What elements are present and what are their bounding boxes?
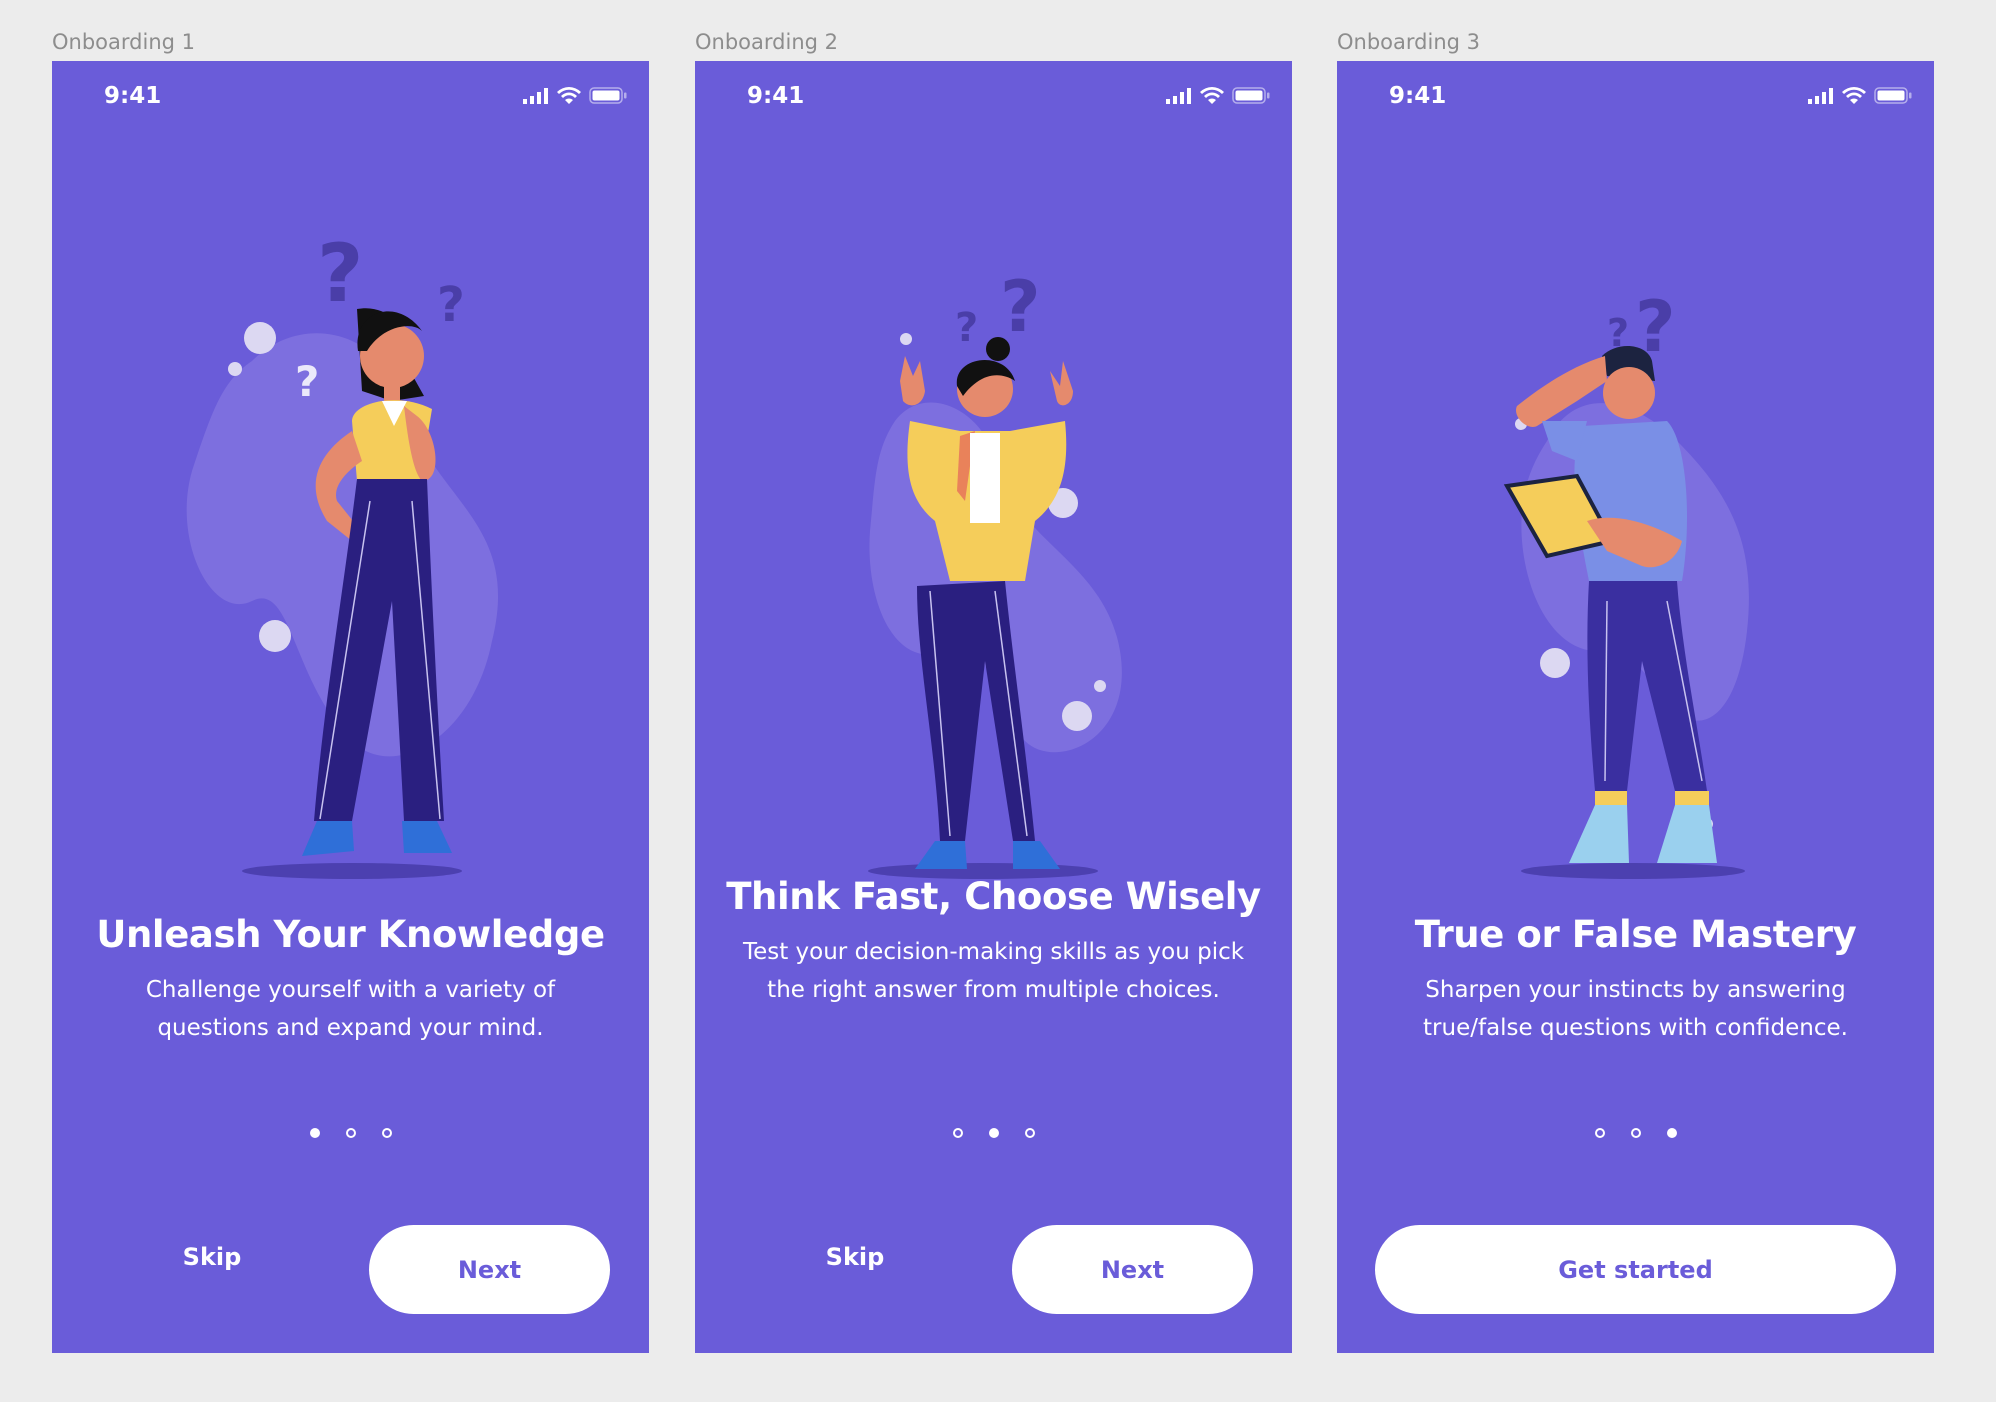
face	[1603, 367, 1655, 419]
onboarding-screen-3: 9:41 ? ? True or False Mastery Sharpen y…	[1337, 61, 1934, 1353]
battery-icon	[1232, 87, 1270, 104]
page-dot	[345, 1128, 356, 1138]
onboarding-title: Unleash Your Knowledge	[96, 913, 605, 956]
page-indicator	[1337, 1128, 1934, 1138]
status-icons	[1166, 87, 1270, 104]
shoe-right	[1657, 805, 1717, 863]
question-mark-icon: ?	[437, 277, 465, 333]
wifi-icon	[557, 87, 581, 104]
decor-bubble	[228, 362, 242, 376]
page-dot-active	[988, 1128, 999, 1138]
onboarding-description: Test your decision-making skills as you …	[742, 939, 1245, 1003]
hair-bun	[986, 337, 1010, 361]
battery-icon	[589, 87, 627, 104]
page-indicator	[695, 1128, 1292, 1138]
decor-bubble	[244, 322, 276, 354]
shadow	[1521, 863, 1745, 879]
onboarding-description: Challenge yourself with a variety of que…	[145, 977, 556, 1041]
illustration: ? ?	[695, 181, 1292, 901]
question-mark-icon: ?	[295, 357, 319, 406]
battery-icon	[1874, 87, 1912, 104]
shoe-left	[302, 821, 354, 856]
onboarding-screen-2: 9:41 ? ? Think Fast, Choose Wisely Test …	[695, 61, 1292, 1353]
status-icons	[523, 87, 627, 104]
page-dot	[381, 1128, 392, 1138]
skip-button[interactable]: Skip	[152, 1243, 272, 1271]
frame-label: Onboarding 3	[1337, 30, 1480, 54]
question-mark-icon: ?	[1000, 266, 1041, 348]
sock	[1595, 791, 1627, 805]
page-dot	[952, 1128, 963, 1138]
page-dot	[1630, 1128, 1641, 1138]
onboarding-description: Sharpen your instincts by answering true…	[1423, 977, 1848, 1041]
shoe-right	[402, 821, 452, 853]
hand-right	[1050, 361, 1073, 406]
onboarding-title: True or False Mastery	[1414, 913, 1857, 956]
question-mark-icon: ?	[317, 227, 363, 320]
signal-icon	[1808, 87, 1833, 104]
status-time: 9:41	[104, 83, 162, 109]
get-started-button[interactable]: Get started	[1375, 1225, 1896, 1314]
status-icons	[1808, 87, 1912, 104]
page-dot-active	[309, 1128, 320, 1138]
decor-bubble	[1062, 701, 1092, 731]
wifi-icon	[1200, 87, 1224, 104]
illustration: ? ? ?	[52, 181, 649, 901]
page-dot-active	[1666, 1128, 1677, 1138]
status-bar: 9:41	[1337, 61, 1934, 133]
shirt	[970, 433, 1000, 523]
wifi-icon	[1842, 87, 1866, 104]
signal-icon	[1166, 87, 1191, 104]
status-time: 9:41	[747, 83, 805, 109]
page-indicator	[52, 1128, 649, 1138]
next-button[interactable]: Next	[1012, 1225, 1253, 1314]
frame-label: Onboarding 1	[52, 30, 195, 54]
question-mark-icon: ?	[955, 305, 978, 351]
shoe-right	[1013, 841, 1060, 869]
shadow	[242, 863, 462, 879]
shoe-left	[915, 841, 967, 869]
decor-bubble	[1094, 680, 1106, 692]
next-button[interactable]: Next	[369, 1225, 610, 1314]
shoe-left	[1569, 805, 1629, 863]
signal-icon	[523, 87, 548, 104]
onboarding-title: Think Fast, Choose Wisely	[726, 875, 1261, 918]
status-bar: 9:41	[52, 61, 649, 133]
status-bar: 9:41	[695, 61, 1292, 133]
decor-bubble	[259, 620, 291, 652]
hand-left	[900, 356, 925, 406]
decor-bubble	[900, 333, 912, 345]
page-dot	[1594, 1128, 1605, 1138]
illustration: ? ?	[1337, 181, 1934, 901]
frame-label: Onboarding 2	[695, 30, 838, 54]
page-dot	[1024, 1128, 1035, 1138]
decor-bubble	[1540, 648, 1570, 678]
onboarding-screen-1: 9:41 ? ? ? Unleash Your Knowledge Challe…	[52, 61, 649, 1353]
skip-button[interactable]: Skip	[795, 1243, 915, 1271]
sock	[1675, 791, 1709, 805]
status-time: 9:41	[1389, 83, 1447, 109]
